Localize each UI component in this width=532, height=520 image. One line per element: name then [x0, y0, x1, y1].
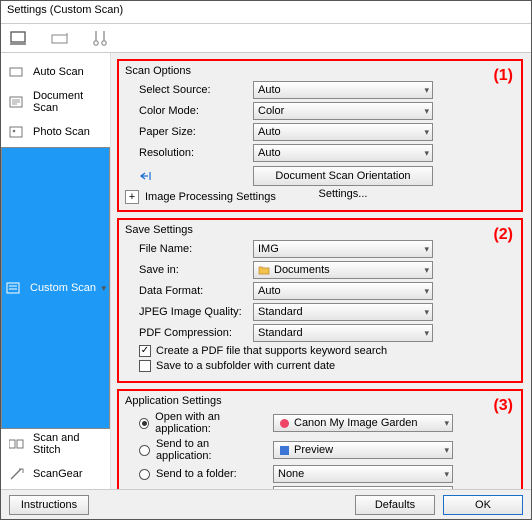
- sidebar-item-photo-scan[interactable]: Photo Scan: [1, 117, 110, 147]
- app-icon: [278, 417, 290, 429]
- window-title: Settings (Custom Scan): [7, 4, 123, 16]
- save-settings-section: (2) Save Settings File Name: IMG Save in:…: [117, 218, 523, 383]
- preview-icon: [278, 444, 290, 456]
- save-settings-head: Save Settings: [125, 224, 515, 236]
- paper-size-dropdown[interactable]: Auto: [253, 123, 433, 141]
- jpeg-quality-dropdown[interactable]: Standard: [253, 303, 433, 321]
- image-processing-label: Image Processing Settings: [145, 191, 276, 203]
- keyword-pdf-label: Create a PDF file that supports keyword …: [156, 345, 387, 357]
- sidebar-item-scan-stitch[interactable]: Scan and Stitch: [1, 429, 110, 459]
- stitch-icon: [9, 436, 25, 452]
- folder-icon: [258, 264, 270, 276]
- application-settings-head: Application Settings: [125, 395, 515, 407]
- orientation-settings-button[interactable]: Document Scan Orientation Settings...: [253, 166, 433, 186]
- scangear-icon: [9, 466, 25, 482]
- resolution-dropdown[interactable]: Auto: [253, 144, 433, 162]
- photo-scan-icon: [9, 124, 25, 140]
- sidebar-item-label: Custom Scan: [30, 282, 96, 294]
- send-app-radio[interactable]: [139, 445, 150, 456]
- keyword-pdf-checkbox[interactable]: ✓: [139, 345, 151, 357]
- ok-button[interactable]: OK: [443, 495, 523, 515]
- jpeg-quality-label: JPEG Image Quality:: [139, 306, 247, 318]
- section-number-3: (3): [493, 397, 513, 415]
- scan-options-head: Scan Options: [125, 65, 515, 77]
- open-app-dropdown[interactable]: Canon My Image Garden: [273, 414, 453, 432]
- open-app-label: Open with an application:: [155, 411, 267, 435]
- main-panel: (1) Scan Options Select Source: Auto Colo…: [111, 53, 531, 489]
- footer: Instructions Defaults OK: [1, 489, 531, 519]
- scan-from-computer-icon[interactable]: [9, 27, 31, 49]
- top-tabs: [1, 23, 531, 53]
- file-name-dropdown[interactable]: IMG: [253, 240, 433, 258]
- sidebar-item-scangear[interactable]: ScanGear: [1, 459, 110, 489]
- send-folder-dropdown[interactable]: None: [273, 465, 453, 483]
- resolution-label: Resolution:: [139, 147, 247, 159]
- sidebar-item-custom-scan[interactable]: Custom Scan: [1, 147, 110, 429]
- save-in-dropdown[interactable]: Documents: [253, 261, 433, 279]
- subfolder-date-checkbox[interactable]: [139, 360, 151, 372]
- send-folder-label: Send to a folder:: [156, 468, 237, 480]
- select-source-label: Select Source:: [139, 84, 247, 96]
- defaults-button[interactable]: Defaults: [355, 495, 435, 515]
- pdf-compression-dropdown[interactable]: Standard: [253, 324, 433, 342]
- general-settings-icon[interactable]: [89, 27, 111, 49]
- sidebar: Auto Scan Document Scan Photo Scan Custo…: [1, 53, 111, 489]
- plus-icon: +: [125, 190, 139, 204]
- pdf-compression-label: PDF Compression:: [139, 327, 247, 339]
- send-app-label: Send to an application:: [156, 438, 267, 462]
- select-source-dropdown[interactable]: Auto: [253, 81, 433, 99]
- sidebar-item-label: Scan and Stitch: [33, 432, 102, 456]
- send-app-dropdown[interactable]: Preview: [273, 441, 453, 459]
- sidebar-item-label: ScanGear: [33, 468, 83, 480]
- titlebar: Settings (Custom Scan): [1, 1, 531, 23]
- application-settings-section: (3) Application Settings Open with an ap…: [117, 389, 523, 489]
- sidebar-item-auto-scan[interactable]: Auto Scan: [1, 57, 110, 87]
- scan-from-panel-icon[interactable]: [49, 27, 71, 49]
- email-dropdown[interactable]: None (Attach Manually): [273, 486, 453, 489]
- data-format-dropdown[interactable]: Auto: [253, 282, 433, 300]
- auto-scan-icon: [9, 64, 25, 80]
- color-mode-label: Color Mode:: [139, 105, 247, 117]
- section-number-1: (1): [493, 67, 513, 85]
- color-mode-dropdown[interactable]: Color: [253, 102, 433, 120]
- section-number-2: (2): [493, 226, 513, 244]
- instructions-button[interactable]: Instructions: [9, 495, 89, 515]
- sidebar-item-label: Photo Scan: [33, 126, 90, 138]
- sidebar-item-label: Document Scan: [33, 90, 102, 114]
- sidebar-item-label: Auto Scan: [33, 66, 84, 78]
- save-in-label: Save in:: [139, 264, 247, 276]
- send-folder-radio[interactable]: [139, 469, 150, 480]
- scan-options-section: (1) Scan Options Select Source: Auto Colo…: [117, 59, 523, 212]
- data-format-label: Data Format:: [139, 285, 247, 297]
- sidebar-item-document-scan[interactable]: Document Scan: [1, 87, 110, 117]
- settings-window: Settings (Custom Scan) Auto Scan Documen…: [0, 0, 532, 520]
- subfolder-date-label: Save to a subfolder with current date: [156, 360, 335, 372]
- file-name-label: File Name:: [139, 243, 247, 255]
- custom-scan-icon: [6, 280, 22, 296]
- open-app-radio[interactable]: [139, 418, 149, 429]
- reset-icon[interactable]: [139, 168, 155, 184]
- document-scan-icon: [9, 94, 25, 110]
- paper-size-label: Paper Size:: [139, 126, 247, 138]
